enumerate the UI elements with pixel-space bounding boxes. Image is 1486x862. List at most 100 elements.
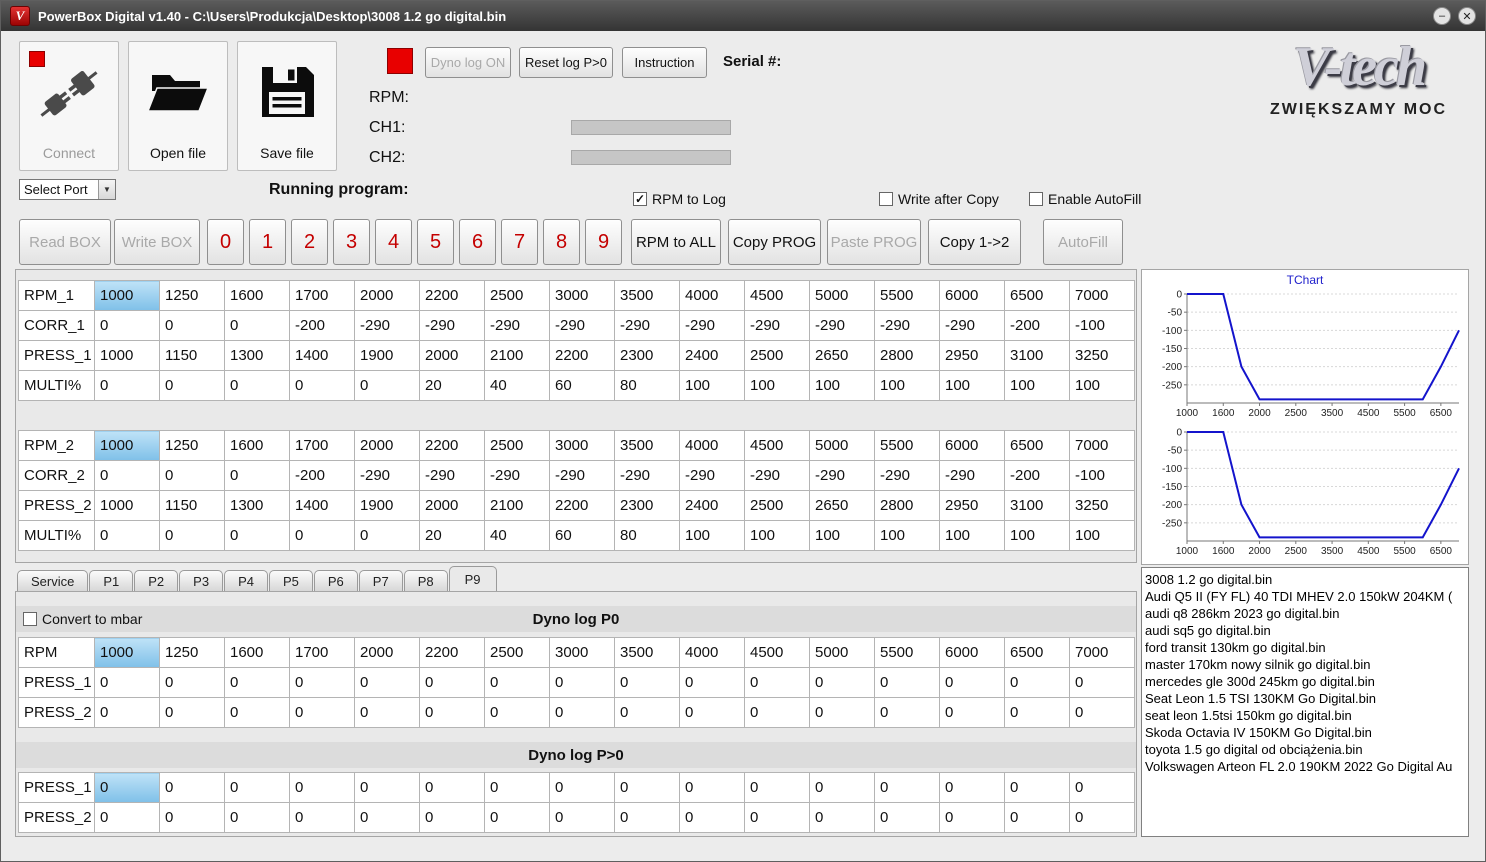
- tab-p2[interactable]: P2: [134, 570, 179, 591]
- instruction-button[interactable]: Instruction: [622, 47, 707, 78]
- table-cell[interactable]: 2500: [744, 340, 810, 371]
- table-cell[interactable]: 100: [679, 520, 745, 551]
- digit-button-4[interactable]: 4: [375, 219, 412, 265]
- table-cell[interactable]: 0: [289, 697, 355, 728]
- table-cell[interactable]: 0: [1004, 802, 1070, 833]
- table-cell[interactable]: 2800: [874, 340, 940, 371]
- digit-button-6[interactable]: 6: [459, 219, 496, 265]
- table-cell[interactable]: -290: [939, 310, 1005, 341]
- digit-button-1[interactable]: 1: [249, 219, 286, 265]
- file-list-item[interactable]: master 170km nowy silnik go digital.bin: [1142, 656, 1468, 673]
- save-file-button[interactable]: Save file: [237, 41, 337, 171]
- table-cell[interactable]: 3500: [614, 280, 680, 311]
- table-cell[interactable]: 3250: [1069, 340, 1135, 371]
- table-cell[interactable]: 5500: [874, 280, 940, 311]
- table-cell[interactable]: 1300: [224, 490, 290, 521]
- file-list-item[interactable]: ford transit 130km go digital.bin: [1142, 639, 1468, 656]
- table-cell[interactable]: 2200: [419, 430, 485, 461]
- file-list-item[interactable]: audi sq5 go digital.bin: [1142, 622, 1468, 639]
- table-cell[interactable]: 0: [1069, 697, 1135, 728]
- table-cell[interactable]: 0: [549, 667, 615, 698]
- table-cell[interactable]: 0: [484, 667, 550, 698]
- table-cell[interactable]: 3000: [549, 280, 615, 311]
- table-cell[interactable]: 0: [744, 772, 810, 803]
- table-cell[interactable]: 2000: [354, 280, 420, 311]
- table-cell[interactable]: 0: [224, 310, 290, 341]
- write-after-copy-checkbox[interactable]: Write after Copy: [879, 191, 999, 207]
- table-cell[interactable]: 0: [354, 520, 420, 551]
- table-cell[interactable]: -290: [874, 310, 940, 341]
- table-cell[interactable]: 2200: [549, 340, 615, 371]
- table-cell[interactable]: 7000: [1069, 430, 1135, 461]
- table-cell[interactable]: 0: [1004, 697, 1070, 728]
- table-cell[interactable]: 1000: [94, 340, 160, 371]
- table-cell[interactable]: 1000: [94, 430, 160, 461]
- table-cell[interactable]: 0: [289, 520, 355, 551]
- table-cell[interactable]: 100: [809, 370, 875, 401]
- file-list-item[interactable]: seat leon 1.5tsi 150km go digital.bin: [1142, 707, 1468, 724]
- table-cell[interactable]: 0: [289, 667, 355, 698]
- table-cell[interactable]: -290: [679, 310, 745, 341]
- table-cell[interactable]: 1400: [289, 490, 355, 521]
- table-cell[interactable]: -290: [809, 460, 875, 491]
- table-cell[interactable]: 0: [419, 697, 485, 728]
- tab-p6[interactable]: P6: [313, 570, 358, 591]
- table-cell[interactable]: -290: [744, 310, 810, 341]
- table-cell[interactable]: 0: [809, 667, 875, 698]
- file-list-item[interactable]: Audi Q5 II (FY FL) 40 TDI MHEV 2.0 150kW…: [1142, 588, 1468, 605]
- table-cell[interactable]: 0: [614, 772, 680, 803]
- table-cell[interactable]: 7000: [1069, 637, 1135, 668]
- table-cell[interactable]: -200: [1004, 460, 1070, 491]
- table-cell[interactable]: 1300: [224, 340, 290, 371]
- table-cell[interactable]: 3100: [1004, 490, 1070, 521]
- table-cell[interactable]: 2500: [744, 490, 810, 521]
- port-select[interactable]: Select Port ▼: [19, 179, 116, 200]
- table-cell[interactable]: 4000: [679, 637, 745, 668]
- table-cell[interactable]: 0: [874, 772, 940, 803]
- table-cell[interactable]: -290: [809, 310, 875, 341]
- table-cell[interactable]: 0: [484, 772, 550, 803]
- tab-p7[interactable]: P7: [358, 570, 403, 591]
- table-cell[interactable]: 0: [354, 667, 420, 698]
- table-cell[interactable]: 1150: [159, 340, 225, 371]
- enable-autofill-checkbox[interactable]: Enable AutoFill: [1029, 191, 1141, 207]
- table-cell[interactable]: 2500: [484, 637, 550, 668]
- table-cell[interactable]: 0: [679, 772, 745, 803]
- read-box-button[interactable]: Read BOX: [19, 219, 111, 265]
- table-cell[interactable]: 0: [939, 772, 1005, 803]
- table-cell[interactable]: 0: [809, 697, 875, 728]
- table-cell[interactable]: 1400: [289, 340, 355, 371]
- tab-p8[interactable]: P8: [403, 570, 448, 591]
- table-cell[interactable]: 3000: [549, 430, 615, 461]
- reset-log-button[interactable]: Reset log P>0: [519, 47, 613, 78]
- table-cell[interactable]: 0: [679, 802, 745, 833]
- table-cell[interactable]: 100: [939, 520, 1005, 551]
- table-cell[interactable]: 0: [224, 667, 290, 698]
- digit-button-3[interactable]: 3: [333, 219, 370, 265]
- table-cell[interactable]: 3000: [549, 637, 615, 668]
- table-cell[interactable]: 0: [744, 802, 810, 833]
- table-cell[interactable]: 0: [224, 520, 290, 551]
- table-cell[interactable]: 0: [159, 802, 225, 833]
- table-cell[interactable]: 100: [1004, 520, 1070, 551]
- table-cell[interactable]: 100: [939, 370, 1005, 401]
- copy-1-to-2-button[interactable]: Copy 1->2: [928, 219, 1021, 265]
- table-cell[interactable]: 0: [224, 697, 290, 728]
- table-cell[interactable]: 2300: [614, 340, 680, 371]
- digit-button-9[interactable]: 9: [585, 219, 622, 265]
- table-cell[interactable]: 1600: [224, 430, 290, 461]
- table-cell[interactable]: 0: [354, 370, 420, 401]
- table-cell[interactable]: 5000: [809, 637, 875, 668]
- table-cell[interactable]: 4000: [679, 430, 745, 461]
- table-cell[interactable]: 2200: [419, 280, 485, 311]
- table-cell[interactable]: 0: [679, 667, 745, 698]
- table-cell[interactable]: 2950: [939, 490, 1005, 521]
- table-cell[interactable]: 0: [289, 772, 355, 803]
- file-list-item[interactable]: audi q8 286km 2023 go digital.bin: [1142, 605, 1468, 622]
- table-cell[interactable]: 60: [549, 370, 615, 401]
- file-list-item[interactable]: Seat Leon 1.5 TSI 130KM Go Digital.bin: [1142, 690, 1468, 707]
- paste-prog-button[interactable]: Paste PROG: [827, 219, 921, 265]
- table-cell[interactable]: 0: [549, 697, 615, 728]
- table-cell[interactable]: 0: [159, 310, 225, 341]
- table-cell[interactable]: 0: [874, 667, 940, 698]
